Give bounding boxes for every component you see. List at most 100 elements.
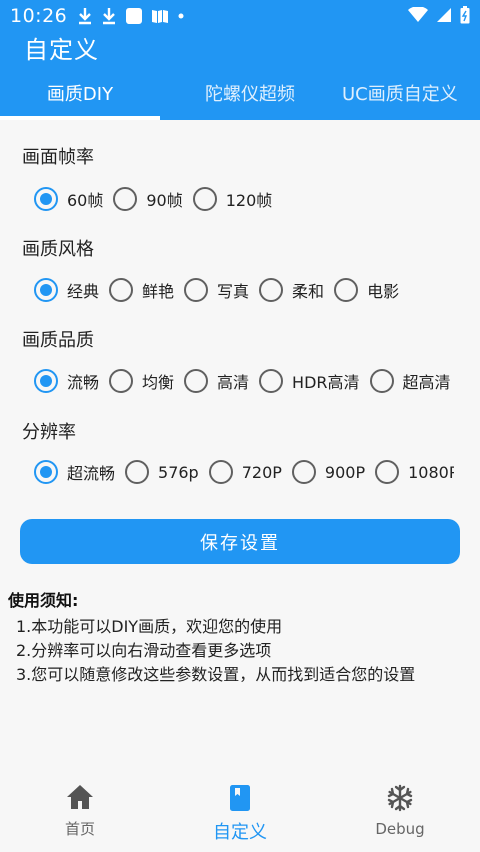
battery-icon (460, 6, 470, 24)
app-title: 自定义 (24, 36, 99, 64)
radio-900p[interactable]: 900P (291, 460, 366, 484)
radio-circle (192, 187, 217, 211)
radio-1080p[interactable]: 1080P (375, 460, 454, 484)
radio-90fps[interactable]: 90帧 (113, 187, 183, 211)
usage-notes: 使用须知: 1.本功能可以DIY画质，欢迎您的使用 2.分辨率可以向右滑动查看更… (8, 587, 478, 687)
radio-circle (334, 278, 359, 302)
snowflake-icon (387, 784, 413, 812)
radio-circle (184, 369, 209, 393)
radio-circle (125, 460, 150, 484)
nav-home[interactable]: 首页 (0, 770, 160, 852)
signal-icon (437, 8, 451, 22)
radio-circle (34, 460, 58, 484)
radio-circle (291, 460, 316, 484)
section-title-quality: 画质品质 (22, 330, 94, 351)
radio-label: 高清 (217, 373, 250, 392)
radio-circle (34, 369, 58, 393)
status-bar: 10:26 (0, 0, 480, 32)
radio-label: 均衡 (142, 373, 175, 392)
radio-ultra-smooth[interactable]: 超流畅 (34, 460, 115, 484)
radio-circle (34, 278, 58, 302)
section-title-style: 画质风格 (22, 239, 94, 260)
tab-label: 陀螺仪超频 (205, 84, 295, 105)
radio-hd[interactable]: 高清 (184, 369, 249, 393)
tab-label: UC画质自定义 (342, 84, 458, 105)
home-icon (67, 785, 93, 809)
tab-gyro-overclock[interactable]: 陀螺仪超频 (160, 66, 340, 120)
section-title-resolution: 分辨率 (22, 422, 76, 443)
resolution-options-scroller[interactable]: 超流畅 576p 720P 900P 1080P (34, 458, 454, 486)
radio-circle (369, 369, 394, 393)
tab-quality-diy[interactable]: 画质DIY (0, 66, 160, 120)
quality-options: 流畅 均衡 高清 HDR高清 超高清 (34, 367, 461, 395)
radio-ultra-hd[interactable]: 超高清 (369, 369, 451, 393)
nav-label: 首页 (64, 820, 95, 838)
radio-label: 576p (158, 462, 199, 482)
tab-indicator (0, 116, 160, 120)
nav-label: 自定义 (213, 822, 267, 843)
radio-label: 写真 (217, 282, 250, 301)
radio-circle (375, 460, 400, 484)
radio-realistic[interactable]: 写真 (184, 278, 249, 302)
radio-label: 电影 (367, 282, 400, 301)
bottom-navigation: 首页 自定义 Debug (0, 770, 480, 852)
notes-title: 使用须知: (8, 591, 79, 610)
tab-label: 画质DIY (46, 84, 114, 105)
status-time: 10:26 (10, 5, 68, 27)
nav-custom[interactable]: 自定义 (160, 770, 320, 852)
style-options: 经典 鲜艳 写真 柔和 电影 (34, 276, 409, 304)
radio-soft[interactable]: 柔和 (259, 278, 324, 302)
download-icon (103, 8, 116, 25)
radio-label: 鲜艳 (142, 282, 175, 301)
radio-120fps[interactable]: 120帧 (192, 187, 273, 211)
book-icon (152, 10, 169, 23)
radio-label: 超流畅 (67, 464, 116, 483)
radio-circle (184, 278, 209, 302)
radio-hdr-hd[interactable]: HDR高清 (259, 369, 360, 393)
bookmark-icon (230, 785, 250, 811)
status-icons-right (408, 6, 470, 24)
radio-movie[interactable]: 电影 (334, 278, 399, 302)
tab-bar: 画质DIY 陀螺仪超频 UC画质自定义 (0, 66, 480, 120)
save-settings-button[interactable]: 保存设置 (20, 519, 460, 564)
radio-label: 超高清 (402, 373, 451, 392)
note-item: 3.您可以随意修改这些参数设置，从而找到适合您的设置 (16, 665, 416, 684)
radio-label: 经典 (67, 282, 100, 301)
radio-balanced[interactable]: 均衡 (109, 369, 174, 393)
radio-circle (34, 187, 58, 211)
radio-circle (109, 369, 134, 393)
radio-circle (259, 369, 284, 393)
radio-circle (259, 278, 284, 302)
radio-576p[interactable]: 576p (125, 460, 199, 484)
nav-debug[interactable]: Debug (320, 770, 480, 852)
status-icons-left (77, 7, 185, 25)
radio-label: 720P (241, 462, 282, 482)
tab-uc-quality-custom[interactable]: UC画质自定义 (340, 66, 480, 120)
app-icon (126, 8, 143, 24)
radio-vivid[interactable]: 鲜艳 (109, 278, 174, 302)
radio-60fps[interactable]: 60帧 (34, 187, 103, 211)
radio-label: 60帧 (67, 191, 104, 210)
note-item: 1.本功能可以DIY画质，欢迎您的使用 (16, 617, 283, 636)
radio-label: 900P (324, 462, 366, 482)
radio-label: 120帧 (225, 191, 273, 210)
radio-label: HDR高清 (292, 373, 360, 392)
note-item: 2.分辨率可以向右滑动查看更多选项 (16, 641, 272, 660)
section-title-frame-rate: 画面帧率 (22, 147, 94, 168)
radio-label: 90帧 (146, 191, 183, 210)
radio-720p[interactable]: 720P (208, 460, 282, 484)
radio-circle (109, 278, 134, 302)
dot-icon (178, 13, 184, 19)
wifi-icon (408, 7, 428, 22)
radio-label: 柔和 (292, 282, 325, 301)
radio-circle (113, 187, 138, 211)
radio-smooth[interactable]: 流畅 (34, 369, 99, 393)
radio-circle (208, 460, 233, 484)
frame-rate-options: 60帧 90帧 120帧 (34, 185, 282, 213)
nav-label: Debug (375, 820, 425, 838)
radio-label: 1080P (408, 462, 454, 482)
download-icon (79, 8, 92, 25)
radio-classic[interactable]: 经典 (34, 278, 99, 302)
radio-label: 流畅 (67, 373, 100, 392)
app-header: 10:26 自定义 画质DIY 陀螺仪超频 UC画质自定义 (0, 0, 480, 120)
